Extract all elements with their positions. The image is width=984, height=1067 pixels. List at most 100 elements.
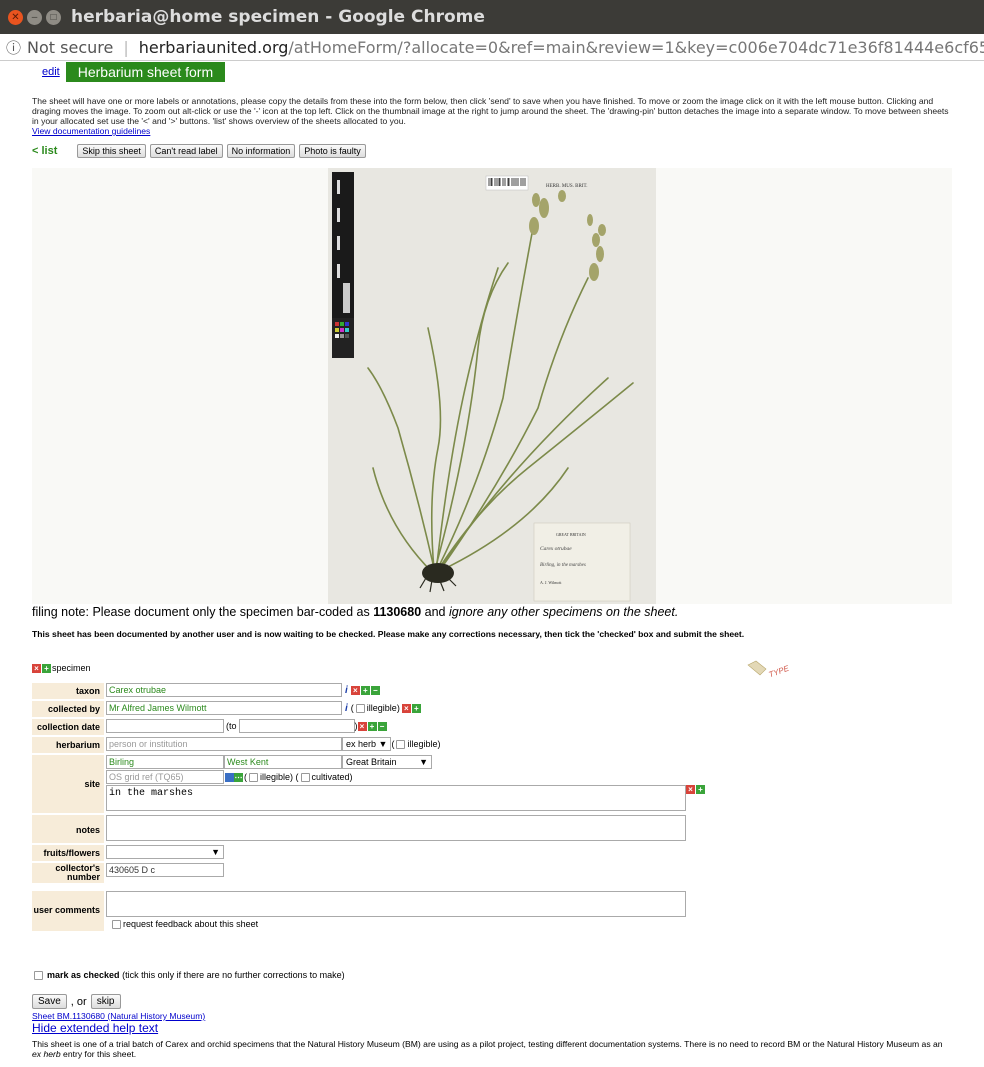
collector-illegible-checkbox[interactable] (355, 703, 365, 713)
cultivated-checkbox[interactable] (300, 772, 310, 782)
edit-link[interactable]: edit (42, 66, 60, 78)
skip-sheet-button[interactable]: Skip this sheet (77, 144, 146, 158)
collection-date-to-input[interactable] (238, 719, 355, 733)
sheet-link[interactable]: Sheet BM.1130680 (Natural History Museum… (32, 1011, 952, 1021)
taxon-input[interactable] (106, 683, 342, 697)
instructions: The sheet will have one or more labels o… (32, 96, 952, 136)
image-viewer[interactable]: HERB. MUS. BRIT. GREAT BRITAIN Carex otr… (32, 168, 952, 604)
request-feedback-checkbox[interactable] (112, 919, 121, 929)
taxon-minus-icon[interactable]: − (370, 685, 380, 695)
address-bar[interactable]: ⓘ Not secure | herbariaunited.org/atHome… (0, 34, 984, 61)
list-link[interactable]: < list (32, 145, 57, 157)
minimize-window-button[interactable]: – (27, 9, 42, 25)
barcode-icon (485, 175, 529, 191)
form-title: Herbarium sheet form (65, 62, 226, 82)
window-title: herbaria@home specimen - Google Chrome (71, 7, 485, 27)
taxon-remove-icon[interactable]: × (350, 685, 360, 695)
herbarium-type-select[interactable]: ex herb ▼ (342, 737, 392, 751)
specimen-sheet-image[interactable]: HERB. MUS. BRIT. GREAT BRITAIN Carex otr… (328, 168, 656, 604)
specimen-label: specimen (52, 663, 91, 673)
map-icon[interactable] (225, 772, 234, 782)
user-comments-row: user comments request feedback about thi… (32, 891, 812, 931)
window-titlebar: ✕ – □ herbaria@home specimen - Google Ch… (0, 0, 984, 34)
site-illegible-label: illegible) (260, 772, 294, 782)
date-add-icon[interactable]: + (367, 721, 377, 731)
save-button[interactable]: Save (32, 994, 67, 1009)
svg-text:A. J. Wilmott: A. J. Wilmott (540, 580, 562, 585)
url-domain: herbariaunited.org (138, 37, 289, 57)
filing-barcode: 1130680 (373, 605, 422, 619)
svg-text:Birling, in the marshes: Birling, in the marshes (540, 563, 586, 568)
no-information-button[interactable]: No information (226, 144, 296, 158)
date-remove-icon[interactable]: × (357, 721, 367, 731)
fruits-select[interactable]: ▼ (106, 845, 224, 859)
site-label: site (32, 755, 104, 813)
sheet-actions: < list Skip this sheet Can't read label … (32, 142, 952, 160)
mark-checked-checkbox[interactable] (34, 970, 43, 980)
herbarium-row: herbarium ex herb ▼ (illegible) (32, 737, 812, 753)
notes-label: notes (32, 815, 104, 843)
fruits-row: fruits/flowers ▼ (32, 845, 812, 861)
filing-note: filing note: Please document only the sp… (32, 605, 678, 619)
notes-textarea[interactable] (106, 815, 686, 841)
collector-remove-icon[interactable]: × (401, 703, 411, 713)
cant-read-label-button[interactable]: Can't read label (149, 144, 223, 158)
collector-number-input[interactable] (106, 863, 224, 877)
type-tag-icon[interactable]: TYPE (746, 659, 790, 681)
site-locality-input[interactable] (106, 755, 224, 769)
request-feedback-label: request feedback about this sheet (123, 919, 259, 929)
taxon-info-icon[interactable]: i (345, 685, 348, 696)
hide-help-link[interactable]: Hide extended help text (32, 1021, 952, 1035)
form-footer: mark as checked (tick this only if there… (32, 970, 952, 1059)
cultivated-label: cultivated) (311, 772, 353, 782)
address-separator: | (123, 37, 129, 57)
url-path: /atHomeForm/?allocate=0&ref=main&review=… (288, 37, 984, 57)
site-row: site Great Britain▼ ⋯ (illegible) (culti… (32, 755, 812, 813)
herbarium-illegible-checkbox[interactable] (396, 739, 406, 749)
collected-by-label: collected by (32, 701, 104, 717)
collector-add-icon[interactable]: + (411, 703, 421, 713)
collector-number-label: collector's number (32, 863, 104, 883)
herbarium-illegible-label: illegible) (407, 739, 441, 749)
footer-note: This sheet is one of a trial batch of Ca… (32, 1039, 943, 1059)
herbarium-label: herbarium (32, 737, 104, 753)
collected-by-input[interactable] (106, 701, 342, 715)
mark-checked-hint: (tick this only if there are no further … (122, 970, 345, 980)
user-comments-textarea[interactable] (106, 891, 686, 917)
collected-by-row: collected by i(illegible) ×+ (32, 701, 812, 717)
skip-button[interactable]: skip (90, 994, 121, 1009)
svg-text:HERB. MUS. BRIT.: HERB. MUS. BRIT. (546, 184, 587, 189)
specimen-form: taxon i ×+− collected by i(illegible) ×+… (32, 683, 812, 933)
collection-date-row: collection date (to ) × + − (32, 719, 812, 735)
site-county-input[interactable] (224, 755, 342, 769)
collection-date-label: collection date (32, 719, 104, 735)
filing-note-mid: and (421, 605, 449, 619)
site-remove-icon[interactable]: × (686, 785, 695, 794)
svg-text:TYPE: TYPE (767, 664, 790, 680)
site-illegible-checkbox[interactable] (249, 772, 258, 782)
user-comments-label: user comments (32, 891, 104, 931)
add-specimen-icon[interactable]: + (42, 663, 51, 673)
security-label: Not secure (27, 37, 114, 57)
maximize-window-button[interactable]: □ (46, 9, 61, 25)
site-country-select[interactable]: Great Britain ▼ (342, 755, 432, 769)
date-minus-icon[interactable]: − (377, 721, 387, 731)
close-window-button[interactable]: ✕ (8, 9, 23, 25)
mark-checked-label: mark as checked (47, 970, 120, 980)
collection-date-from-input[interactable] (106, 719, 224, 733)
documentation-link[interactable]: View documentation guidelines (32, 126, 150, 136)
site-description-textarea[interactable]: in the marshes (106, 785, 686, 811)
info-icon[interactable]: ⓘ (6, 37, 21, 58)
photo-faulty-button[interactable]: Photo is faulty (299, 144, 366, 158)
date-to-label: (to (226, 721, 237, 731)
site-add-icon[interactable]: + (696, 785, 705, 794)
grid-ref-input[interactable] (106, 770, 224, 784)
grid-ref-add-icon[interactable]: ⋯ (234, 772, 243, 782)
remove-specimen-icon[interactable]: × (32, 663, 41, 673)
taxon-label: taxon (32, 683, 104, 699)
collector-illegible-label: illegible (366, 703, 397, 713)
taxon-add-icon[interactable]: + (360, 685, 370, 695)
ruler-icon (332, 172, 354, 358)
herbarium-input[interactable] (106, 737, 342, 751)
collector-info-icon[interactable]: i (345, 703, 348, 714)
